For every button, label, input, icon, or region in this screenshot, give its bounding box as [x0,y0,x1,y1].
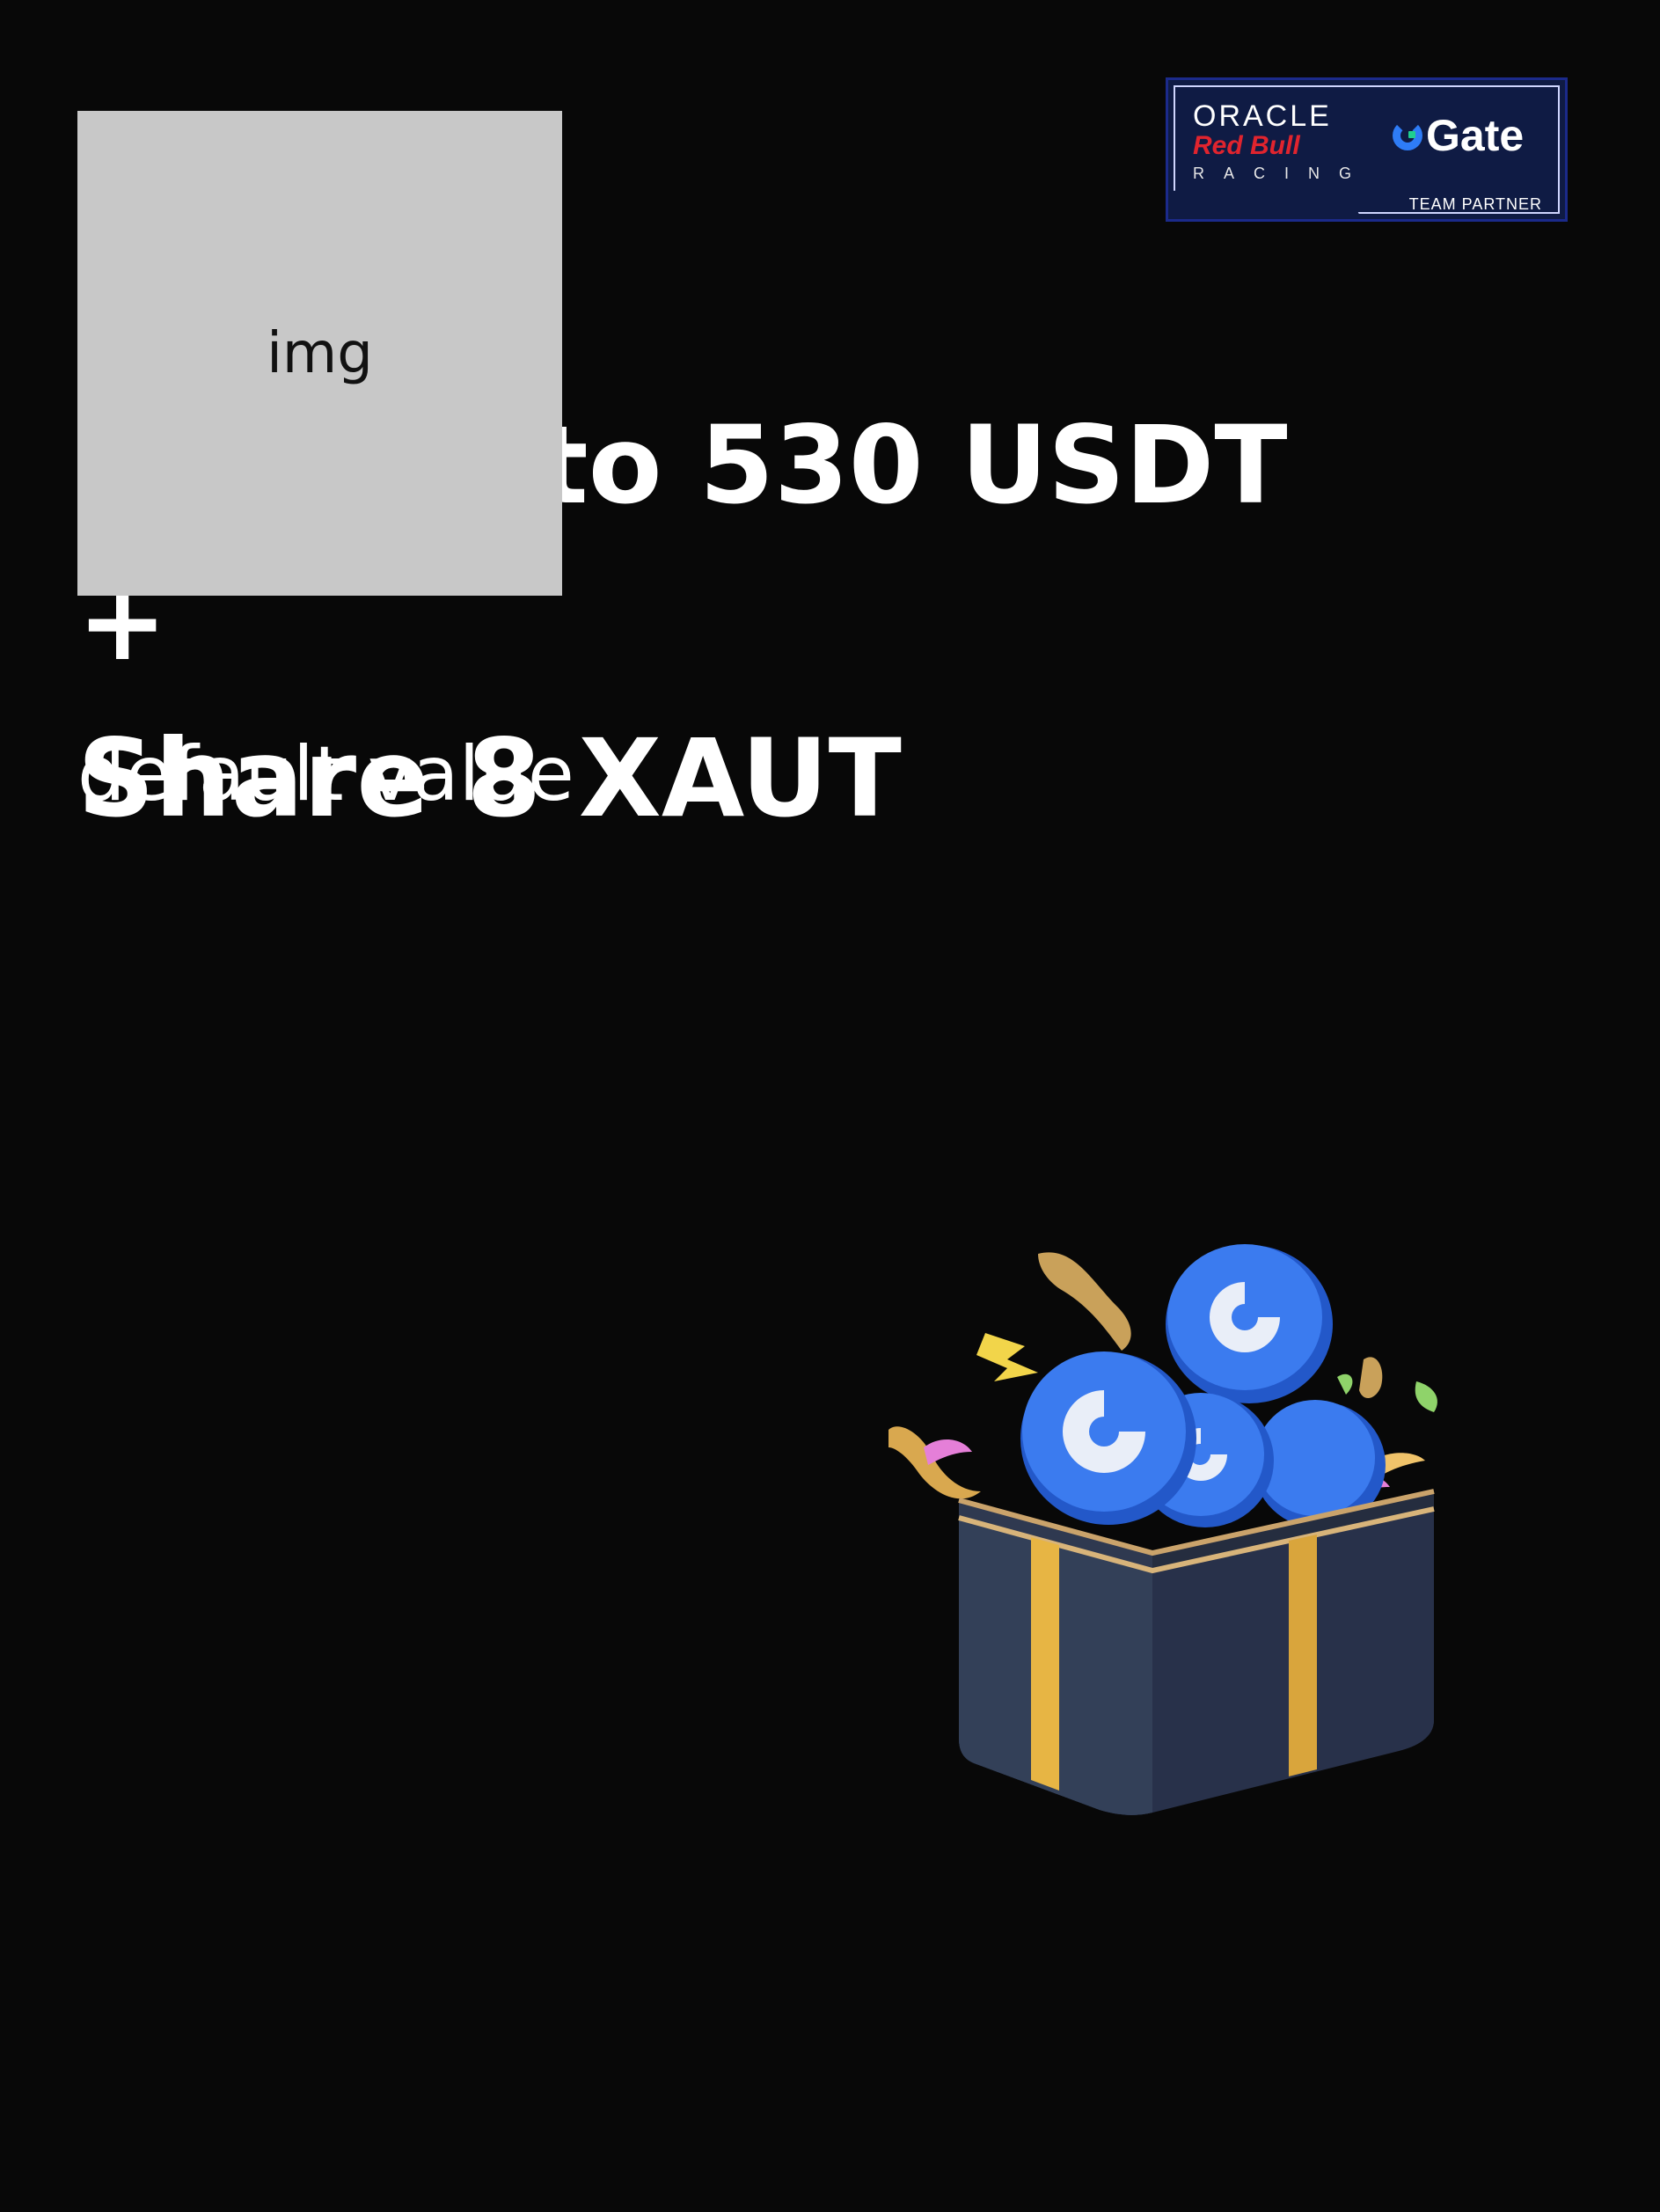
gate-logo: Gate [1393,110,1524,161]
badge-racing-text: RACING [1193,165,1371,182]
page-subtitle: default value [77,730,574,818]
badge-partner-text: TEAM PARTNER [1408,195,1542,213]
image-placeholder: img [77,111,562,596]
image-placeholder-label: img [267,320,373,386]
gate-logo-text: Gate [1426,111,1525,160]
badge-oracle-text: ORACLE [1193,99,1332,133]
badge-redbull-text: Red Bull [1193,131,1300,160]
gate-logo-icon [1393,121,1422,150]
team-partner-badge: ORACLE Red Bull RACING Gate TEAM PARTNER [1166,77,1568,222]
gift-box-icon [889,1244,1437,1815]
